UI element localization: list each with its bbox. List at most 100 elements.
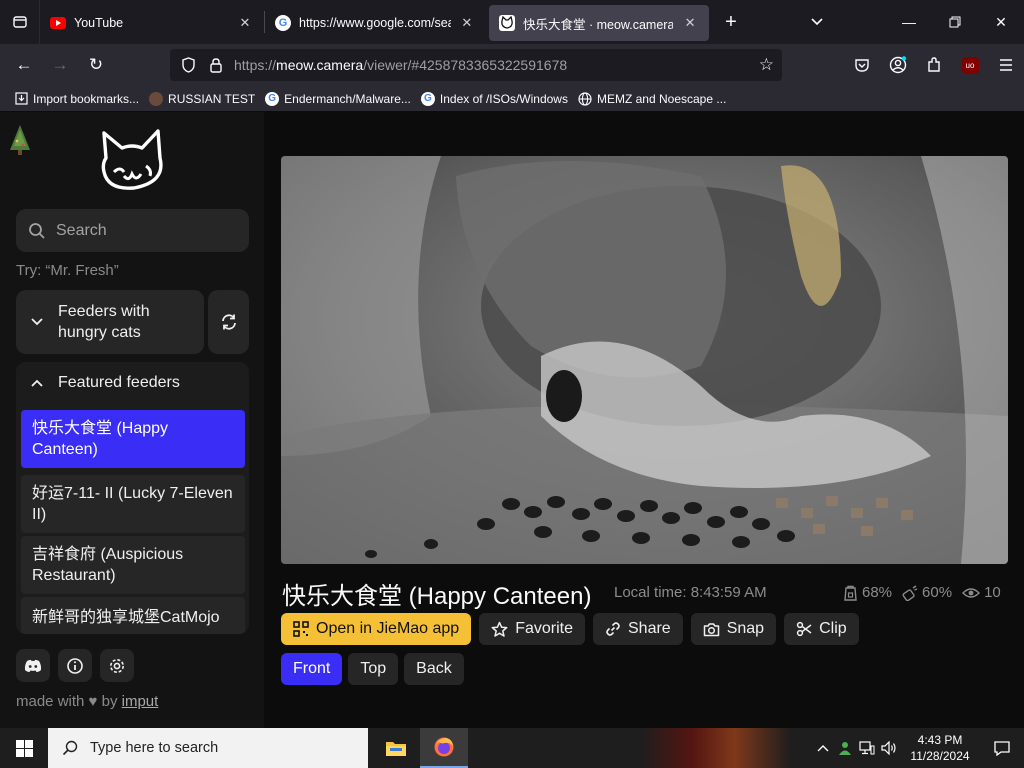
taskbar-search-box[interactable]: Type here to search xyxy=(48,728,368,768)
network-icon[interactable] xyxy=(856,728,878,768)
tab-meow-camera[interactable]: 快乐大食堂 · meow.camera ✕ xyxy=(489,5,709,41)
favorite-button[interactable]: Favorite xyxy=(479,613,585,645)
minimize-button[interactable]: — xyxy=(886,0,932,44)
pocket-icon[interactable] xyxy=(844,49,880,81)
menu-icon[interactable] xyxy=(988,49,1024,81)
gear-icon xyxy=(110,658,124,673)
extensions-icon[interactable] xyxy=(916,49,952,81)
featured-feeders-toggle[interactable]: Featured feeders xyxy=(16,362,249,404)
camera-feed[interactable] xyxy=(281,156,1008,564)
viewers-value: 10 xyxy=(984,584,1001,601)
food-level-value: 68% xyxy=(862,584,893,601)
arrow-left-icon: ← xyxy=(15,55,33,74)
bookmark-label: MEMZ and Noescape ... xyxy=(596,91,727,106)
snap-button[interactable]: Snap xyxy=(690,613,777,645)
restore-button[interactable] xyxy=(932,0,978,44)
search-icon xyxy=(62,740,78,756)
open-in-jiemao-button[interactable]: Open in JieMao app xyxy=(281,613,472,645)
close-tab-icon[interactable]: ✕ xyxy=(236,14,254,32)
camera-feed-image xyxy=(281,156,1008,564)
start-button[interactable] xyxy=(0,728,48,768)
featured-feeders-panel: Featured feeders 快乐大食堂 (Happy Canteen) 好… xyxy=(16,362,249,634)
feeder-item[interactable]: 好运7-11- II (Lucky 7-Eleven II) xyxy=(21,475,245,533)
list-all-tabs-button[interactable] xyxy=(801,6,833,38)
back-button[interactable]: ← xyxy=(6,49,42,81)
shield-icon[interactable] xyxy=(174,57,202,73)
meow-camera-page: Search Try: “Mr. Fresh” Feeders with hun… xyxy=(0,112,1024,728)
windows-taskbar: Type here to search 4:43 PM 11/28/2024 xyxy=(0,728,1024,768)
view-front-button[interactable]: Front xyxy=(281,653,343,685)
bookmark-label: Import bookmarks... xyxy=(33,91,140,106)
arrow-right-icon: → xyxy=(51,55,69,74)
settings-button[interactable] xyxy=(100,649,134,682)
tab-list-icon xyxy=(12,16,27,28)
battery-value: 60% xyxy=(922,584,953,601)
account-icon[interactable] xyxy=(880,49,916,81)
close-window-button[interactable]: ✕ xyxy=(978,0,1024,44)
url-scheme: https:// xyxy=(234,57,277,73)
feeder-item[interactable]: 快乐大食堂 (Happy Canteen) xyxy=(21,410,245,468)
folder-icon xyxy=(386,742,406,756)
food-bag-icon xyxy=(844,585,857,601)
by-text: by xyxy=(101,693,118,710)
taskbar-search-placeholder: Type here to search xyxy=(90,740,219,756)
close-tab-icon[interactable]: ✕ xyxy=(459,14,475,32)
search-placeholder: Search xyxy=(56,221,107,239)
ublock-origin-icon[interactable]: uo xyxy=(952,49,988,81)
firefox-taskbar-button[interactable] xyxy=(420,728,468,768)
camera-icon xyxy=(703,622,719,636)
reload-button[interactable]: ↻ xyxy=(78,49,114,81)
forward-button[interactable]: → xyxy=(42,49,78,81)
viewers-stat: 10 xyxy=(962,584,1001,601)
url-bar[interactable]: https://meow.camera/viewer/#425878336532… xyxy=(170,49,782,81)
chevron-up-icon[interactable] xyxy=(812,728,834,768)
system-clock[interactable]: 4:43 PM 11/28/2024 xyxy=(900,732,980,764)
battery-stat: 60% xyxy=(902,584,952,601)
view-top-button[interactable]: Top xyxy=(348,653,399,685)
tab-google[interactable]: G https://www.google.com/search ✕ xyxy=(265,5,485,41)
file-explorer-button[interactable] xyxy=(372,728,420,768)
user-tray-icon[interactable] xyxy=(834,728,856,768)
bookmark-endermanch[interactable]: G Endermanch/Malware... xyxy=(261,91,415,106)
bookmark-isos[interactable]: G Index of /ISOs/Windows xyxy=(417,91,572,106)
tab-list-button[interactable] xyxy=(0,0,40,44)
clip-button[interactable]: Clip xyxy=(784,613,859,645)
view-back-button[interactable]: Back xyxy=(404,653,464,685)
clock-time: 4:43 PM xyxy=(917,733,963,747)
feeder-item[interactable]: 吉祥食府 (Auspicious Restaurant) xyxy=(21,536,245,594)
speaker-icon[interactable] xyxy=(878,728,900,768)
feeder-item[interactable]: 新鲜哥的独享城堡CatMojo xyxy=(21,597,245,634)
google-icon: G xyxy=(265,91,280,106)
info-button[interactable] xyxy=(58,649,92,682)
tab-youtube[interactable]: YouTube ✕ xyxy=(40,5,264,41)
sidebar-footer-icons xyxy=(16,649,134,682)
new-tab-button[interactable]: + xyxy=(715,6,747,38)
bookmark-star-icon[interactable]: ☆ xyxy=(759,55,774,75)
lock-icon[interactable] xyxy=(202,57,230,73)
bookmark-import[interactable]: Import bookmarks... xyxy=(10,92,143,106)
clock-date: 11/28/2024 xyxy=(910,749,970,763)
bookmark-label: Endermanch/Malware... xyxy=(284,91,411,106)
bookmark-label: Index of /ISOs/Windows xyxy=(439,91,568,106)
camera-view-selector: Front Top Back xyxy=(281,653,464,685)
hungry-cats-toggle[interactable]: Feeders with hungry cats xyxy=(16,290,204,354)
imput-link[interactable]: imput xyxy=(122,693,159,710)
feeder-search-input[interactable]: Search xyxy=(16,209,249,252)
close-tab-icon[interactable]: ✕ xyxy=(681,14,699,32)
globe-icon xyxy=(578,91,592,106)
google-icon: G xyxy=(275,15,291,31)
heart-icon: ♥ xyxy=(88,693,98,710)
discord-button[interactable] xyxy=(16,649,50,682)
bookmark-memz[interactable]: MEMZ and Noescape ... xyxy=(574,92,730,106)
refresh-button[interactable] xyxy=(208,290,249,354)
star-icon xyxy=(491,621,508,637)
url-text[interactable]: https://meow.camera/viewer/#425878336532… xyxy=(234,57,567,73)
cat-logo-icon[interactable] xyxy=(96,128,168,194)
bookmark-russian-test[interactable]: RUSSIAN TEST xyxy=(145,91,259,106)
share-button[interactable]: Share xyxy=(593,613,683,645)
youtube-icon xyxy=(50,15,66,31)
clip-label: Clip xyxy=(819,620,847,637)
tab-title: 快乐大食堂 · meow.camera xyxy=(523,17,674,32)
notification-center-button[interactable] xyxy=(980,728,1024,768)
info-icon xyxy=(67,657,83,674)
